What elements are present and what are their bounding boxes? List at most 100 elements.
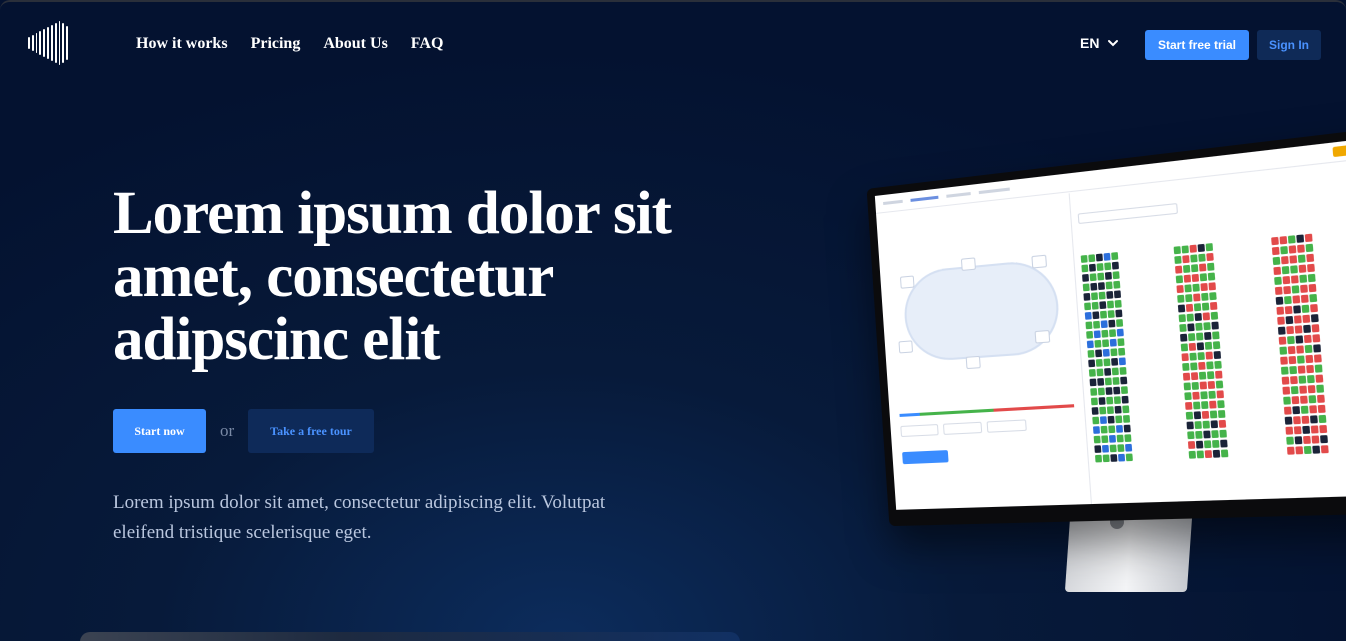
range-cell	[1309, 284, 1317, 292]
range-cell	[1202, 421, 1209, 429]
range-cell	[1295, 335, 1303, 343]
range-cell	[1291, 386, 1299, 394]
range-cell	[1081, 264, 1088, 272]
range-cell	[1102, 445, 1109, 453]
range-cell	[1176, 275, 1183, 283]
start-free-trial-button[interactable]: Start free trial	[1145, 30, 1249, 60]
range-cell	[1279, 347, 1287, 355]
range-cell	[1192, 274, 1199, 282]
range-cell	[1105, 387, 1112, 395]
range-cell	[1286, 437, 1294, 445]
range-cell	[1301, 406, 1309, 414]
range-cell	[1183, 265, 1190, 273]
range-cell	[1189, 451, 1196, 459]
range-cell	[1295, 325, 1303, 333]
range-cell	[1280, 357, 1288, 365]
range-cell	[1312, 435, 1320, 443]
range-cell	[1298, 376, 1306, 384]
range-cell	[1197, 450, 1204, 458]
range-cell	[1099, 292, 1106, 300]
range-cell	[1288, 235, 1296, 243]
train-button	[902, 450, 949, 464]
range-cell	[1217, 400, 1225, 408]
nav-links: How it works Pricing About Us FAQ	[136, 35, 443, 53]
range-cell	[1296, 345, 1304, 353]
range-cell	[1101, 320, 1108, 328]
take-free-tour-button[interactable]: Take a free tour	[248, 409, 374, 453]
range-cell	[1216, 390, 1224, 398]
range-cell	[1308, 274, 1316, 282]
start-now-button[interactable]: Start now	[113, 409, 206, 453]
range-cell	[1122, 396, 1129, 404]
seat-marker	[966, 356, 981, 369]
range-cell	[1101, 426, 1108, 434]
range-cell	[1117, 435, 1124, 443]
language-selector[interactable]: EN	[1080, 35, 1119, 51]
range-cell	[1094, 340, 1101, 348]
range-cell	[1189, 343, 1196, 351]
range-cell	[1205, 342, 1212, 350]
range-cell	[1219, 420, 1227, 428]
range-cell	[1221, 449, 1229, 457]
range-cell	[1108, 320, 1115, 328]
hero-subtitle: Lorem ipsum dolor sit amet, consectetur …	[113, 488, 633, 548]
range-cell	[1126, 453, 1133, 461]
range-cell	[1200, 283, 1207, 291]
range-cell	[1186, 421, 1193, 429]
range-grid-row	[1286, 433, 1346, 445]
nav-pricing[interactable]: Pricing	[251, 35, 301, 53]
range-cell	[1175, 266, 1182, 274]
range-cell	[1202, 411, 1209, 419]
range-cell	[1193, 401, 1200, 409]
range-cell	[1320, 435, 1328, 443]
range-cell	[1300, 285, 1308, 293]
range-cell	[1290, 376, 1298, 384]
monitor-screen	[875, 136, 1346, 510]
range-cell	[1199, 372, 1206, 380]
range-cell	[1285, 417, 1293, 425]
range-cell	[1189, 353, 1196, 361]
range-cell	[1092, 417, 1099, 425]
nav-faq[interactable]: FAQ	[411, 35, 444, 53]
screen-range-panel	[1070, 158, 1346, 504]
range-cell	[1108, 310, 1115, 318]
range-cell	[1211, 322, 1219, 330]
range-cell	[1110, 445, 1117, 453]
range-cell	[1174, 246, 1181, 254]
screen-body	[876, 158, 1346, 510]
range-cell	[1200, 391, 1207, 399]
range-cell	[1113, 271, 1120, 279]
range-cell	[1191, 264, 1198, 272]
range-cell	[1086, 331, 1093, 339]
range-grid-call	[1174, 238, 1283, 461]
range-grid-row	[1287, 443, 1346, 455]
range-cell	[1122, 405, 1129, 413]
range-cell	[1112, 367, 1119, 375]
range-cell	[1186, 412, 1193, 420]
range-cell	[1103, 349, 1110, 357]
screen-upgrade-badge	[1332, 145, 1346, 157]
range-cell	[1093, 321, 1100, 329]
range-cell	[1194, 303, 1201, 311]
range-cell	[1105, 272, 1112, 280]
range-cell	[1204, 440, 1211, 448]
range-cell	[1100, 311, 1107, 319]
range-cell	[1290, 265, 1298, 273]
range-cell	[1099, 397, 1106, 405]
range-cell	[1203, 430, 1210, 438]
nav-about-us[interactable]: About Us	[323, 35, 387, 53]
range-cell	[1111, 358, 1118, 366]
range-cell	[1190, 362, 1197, 370]
or-separator: or	[220, 421, 234, 441]
range-cell	[1282, 276, 1290, 284]
brand-logo-icon[interactable]	[28, 21, 68, 65]
range-cell	[1090, 283, 1097, 291]
range-cell	[1187, 431, 1194, 439]
nav-how-it-works[interactable]: How it works	[136, 35, 228, 53]
range-cell	[1125, 444, 1132, 452]
sign-in-button[interactable]: Sign In	[1257, 30, 1321, 60]
range-cell	[1292, 406, 1300, 414]
range-cell	[1305, 355, 1313, 363]
range-cell	[1300, 396, 1308, 404]
range-cell	[1110, 454, 1117, 462]
